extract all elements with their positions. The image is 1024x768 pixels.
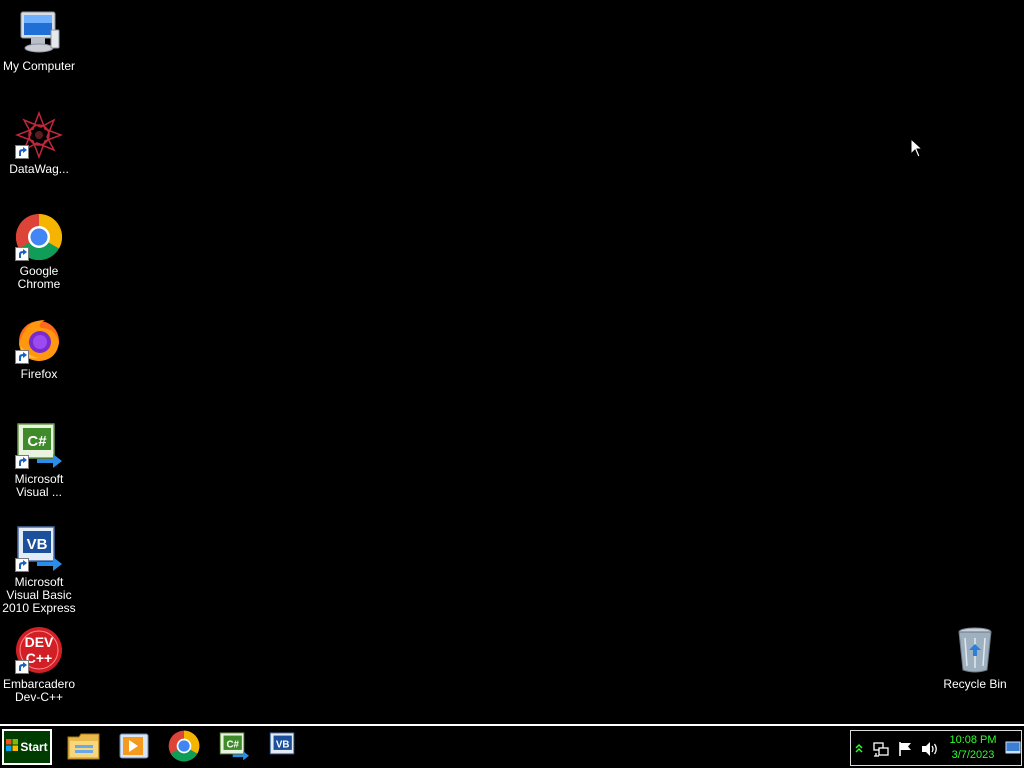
recycle-bin-icon [951, 626, 999, 674]
shortcut-arrow-icon [15, 455, 29, 469]
taskbar-file-explorer[interactable] [66, 730, 102, 766]
shortcut-arrow-icon [15, 145, 29, 159]
volume-icon[interactable] [921, 741, 939, 762]
shortcut-arrow-icon [15, 558, 29, 572]
desktop-icon-firefox[interactable]: Firefox [0, 316, 78, 381]
taskbar: Start C# VB 10:08 PM 3/7/2023 [0, 724, 1024, 768]
desktop-icon-my-computer[interactable]: My Computer [0, 8, 78, 73]
visual-basic-icon: VB [15, 524, 63, 572]
start-label: Start [20, 740, 48, 754]
svg-text:VB: VB [276, 739, 290, 750]
taskbar-visual-csharp[interactable]: C# [216, 730, 252, 766]
visual-basic-icon: VB [268, 731, 300, 766]
desktop-icon-label: Embarcadero Dev-C++ [2, 677, 76, 704]
firefox-icon [15, 316, 63, 364]
shortcut-arrow-icon [15, 660, 29, 674]
visual-csharp-icon: C# [15, 421, 63, 469]
windows-logo-icon [6, 738, 19, 756]
action-center-flag-icon[interactable] [897, 741, 913, 762]
clock[interactable]: 10:08 PM 3/7/2023 [945, 733, 1001, 763]
desktop-icon-datawag[interactable]: DataWag... [0, 110, 78, 176]
taskbar-media-player[interactable] [116, 730, 152, 766]
media-player-icon [119, 731, 149, 766]
desktop-icon-recycle-bin[interactable]: Recycle Bin [936, 626, 1014, 691]
desktop-icon-microsoft-visual-csharp[interactable]: C# Microsoft Visual ... [0, 421, 78, 499]
mouse-pointer-icon [910, 137, 924, 163]
devcpp-icon: DEV C++ [15, 626, 63, 674]
svg-text:C#: C# [226, 739, 239, 750]
desktop-icon-label: Google Chrome [17, 264, 61, 291]
desktop-icon-label: Microsoft Visual ... [14, 472, 64, 499]
chrome-icon [15, 213, 63, 261]
start-button[interactable]: Start [2, 729, 52, 765]
desktop-icon-label: My Computer [2, 59, 76, 73]
taskbar-visual-basic[interactable]: VB [266, 730, 302, 766]
svg-text:C#: C# [27, 433, 47, 450]
visual-csharp-icon: C# [218, 731, 250, 766]
desktop-icon-label: Firefox [20, 367, 58, 381]
computer-icon [15, 8, 63, 56]
show-desktop-icon[interactable] [1005, 739, 1021, 757]
svg-text:VB: VB [27, 536, 48, 553]
svg-text:C++: C++ [26, 650, 52, 666]
file-explorer-icon [67, 731, 101, 766]
chrome-icon [168, 730, 200, 767]
desktop-icon-microsoft-visual-basic[interactable]: VB Microsoft Visual Basic 2010 Express [0, 524, 78, 615]
show-hidden-icons-icon[interactable] [855, 742, 863, 760]
datawag-icon [14, 110, 64, 160]
desktop[interactable]: My Computer DataWag... Google Chrome Fir… [0, 0, 1024, 724]
svg-text:DEV: DEV [25, 634, 54, 650]
desktop-icon-label: Microsoft Visual Basic 2010 Express [2, 575, 76, 615]
desktop-icon-label: Recycle Bin [943, 677, 1007, 691]
shortcut-arrow-icon [15, 247, 29, 261]
clock-time: 10:08 PM [949, 734, 997, 746]
taskbar-chrome[interactable] [166, 730, 202, 766]
clock-date: 3/7/2023 [951, 749, 995, 761]
network-icon[interactable] [873, 741, 889, 762]
desktop-icon-google-chrome[interactable]: Google Chrome [0, 213, 78, 291]
shortcut-arrow-icon [15, 350, 29, 364]
desktop-icon-embarcadero-devcpp[interactable]: DEV C++ Embarcadero Dev-C++ [0, 626, 78, 704]
desktop-icon-label: DataWag... [9, 162, 69, 176]
system-tray: 10:08 PM 3/7/2023 [850, 730, 1022, 766]
